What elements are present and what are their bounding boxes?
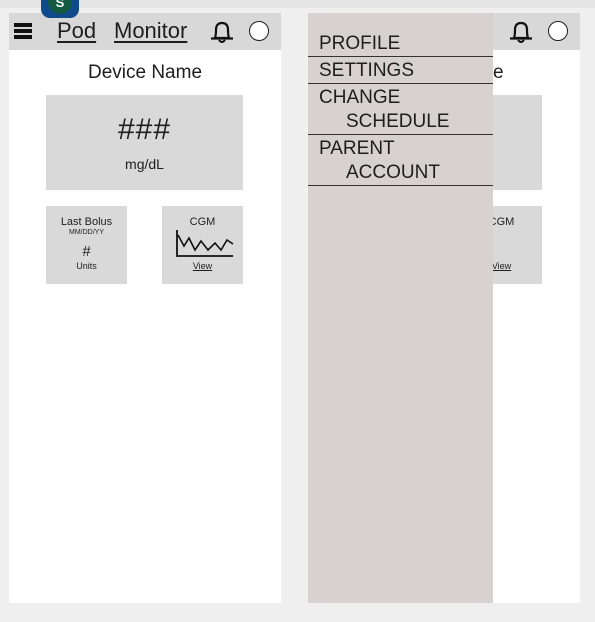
home-screen: Pod Monitor Device Name ### mg/dL Last B… bbox=[9, 13, 281, 603]
last-bolus-title: Last Bolus bbox=[60, 216, 113, 228]
drawer-menu-list: PROFILE SETTINGS CHANGE SCHEDULE PARENT … bbox=[308, 30, 493, 186]
hamburger-menu-icon[interactable] bbox=[14, 23, 32, 41]
profile-circle-icon[interactable] bbox=[249, 21, 269, 41]
bell-icon[interactable] bbox=[507, 19, 535, 45]
top-strip bbox=[0, 0, 595, 8]
profile-circle-icon[interactable] bbox=[548, 21, 568, 41]
menu-item-change-schedule[interactable]: CHANGE SCHEDULE bbox=[308, 84, 493, 135]
menu-item-label: PARENT bbox=[319, 138, 395, 159]
menu-open-screen: e CGM View PROFILE SETTINGS CHANGE SCHED… bbox=[308, 13, 580, 603]
side-drawer-menu: PROFILE SETTINGS CHANGE SCHEDULE PARENT … bbox=[308, 13, 493, 603]
cgm-view-link[interactable]: View bbox=[162, 261, 243, 271]
glucose-unit: mg/dL bbox=[125, 156, 164, 172]
bell-icon[interactable] bbox=[208, 19, 236, 45]
last-bolus-amount: # bbox=[82, 243, 91, 260]
cgm-card[interactable]: CGM View bbox=[162, 206, 243, 284]
top-nav-bar: Pod Monitor bbox=[9, 13, 281, 50]
glucose-value: ### bbox=[117, 113, 172, 146]
menu-item-parent-account[interactable]: PARENT ACCOUNT bbox=[308, 135, 493, 186]
device-name-peek: e bbox=[493, 62, 504, 83]
menu-item-profile[interactable]: PROFILE bbox=[308, 30, 493, 57]
menu-item-label-line2: ACCOUNT bbox=[346, 162, 440, 183]
last-bolus-card[interactable]: Last Bolus MM/DD/YY # Units bbox=[46, 206, 127, 284]
avatar-letter: S bbox=[48, 0, 72, 14]
device-name-title: Device Name bbox=[87, 62, 203, 83]
user-avatar-badge[interactable]: S bbox=[41, 0, 79, 18]
last-bolus-date: MM/DD/YY bbox=[69, 229, 104, 236]
menu-item-label-line2: SCHEDULE bbox=[346, 111, 450, 132]
last-bolus-units: Units bbox=[76, 261, 97, 271]
menu-item-settings[interactable]: SETTINGS bbox=[308, 57, 493, 84]
nav-link-pod[interactable]: Pod bbox=[57, 18, 96, 44]
nav-link-monitor[interactable]: Monitor bbox=[114, 18, 187, 44]
cgm-trend-graph-icon bbox=[176, 230, 234, 257]
menu-item-label: SETTINGS bbox=[319, 60, 415, 81]
menu-item-label: PROFILE bbox=[319, 33, 401, 54]
menu-item-label: CHANGE bbox=[319, 87, 401, 108]
glucose-card[interactable]: ### mg/dL bbox=[46, 95, 243, 190]
